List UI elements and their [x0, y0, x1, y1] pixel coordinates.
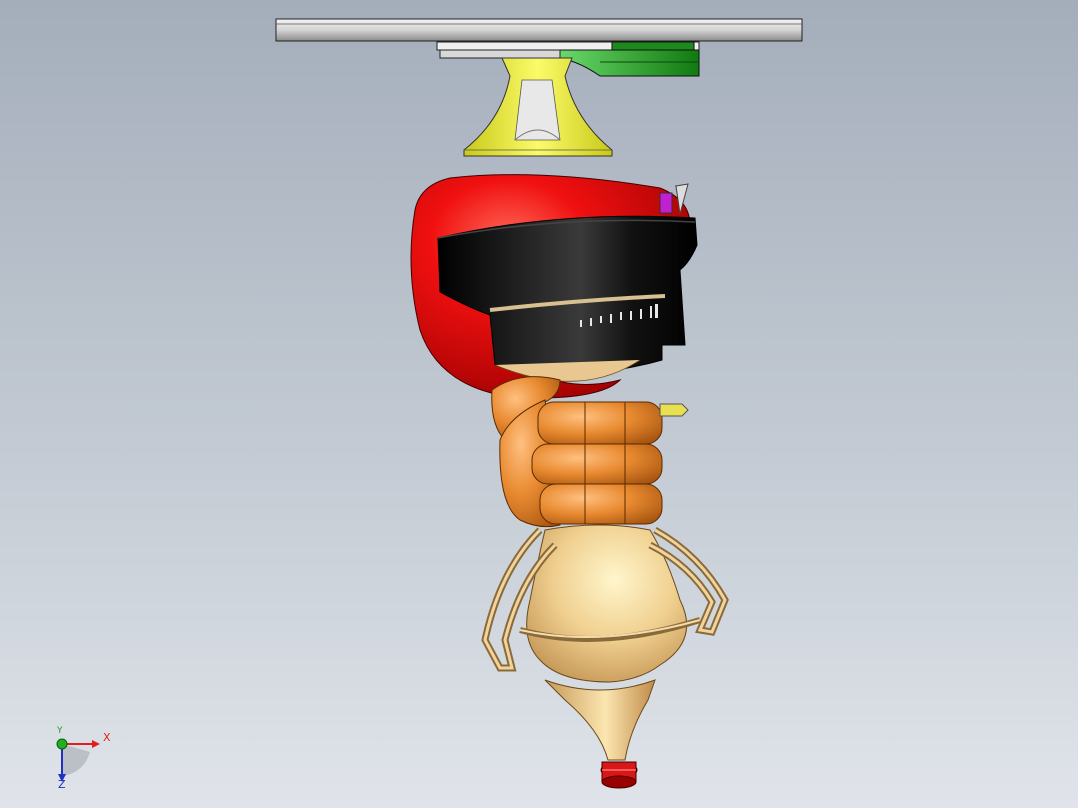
fist-hand[interactable]: [491, 376, 689, 528]
z-axis-label: Z: [58, 778, 66, 791]
y-axis-label: Y: [57, 726, 63, 736]
x-axis-label: X: [103, 731, 111, 744]
coordinate-triad: X Y Z: [44, 726, 124, 796]
bulb-body[interactable]: [481, 524, 729, 761]
x-axis-arrow: [92, 740, 100, 748]
triad-axes: [56, 738, 100, 782]
model-view[interactable]: [0, 0, 1078, 808]
red-tip-ring[interactable]: [600, 761, 638, 789]
y-axis-dot: [56, 738, 68, 750]
triad-quadrant: [62, 744, 90, 776]
cad-viewport[interactable]: X Y Z: [0, 0, 1078, 808]
mounting-flange-plate[interactable]: [275, 18, 803, 42]
finger-segments: [531, 401, 663, 525]
cone-mount[interactable]: [463, 57, 613, 157]
